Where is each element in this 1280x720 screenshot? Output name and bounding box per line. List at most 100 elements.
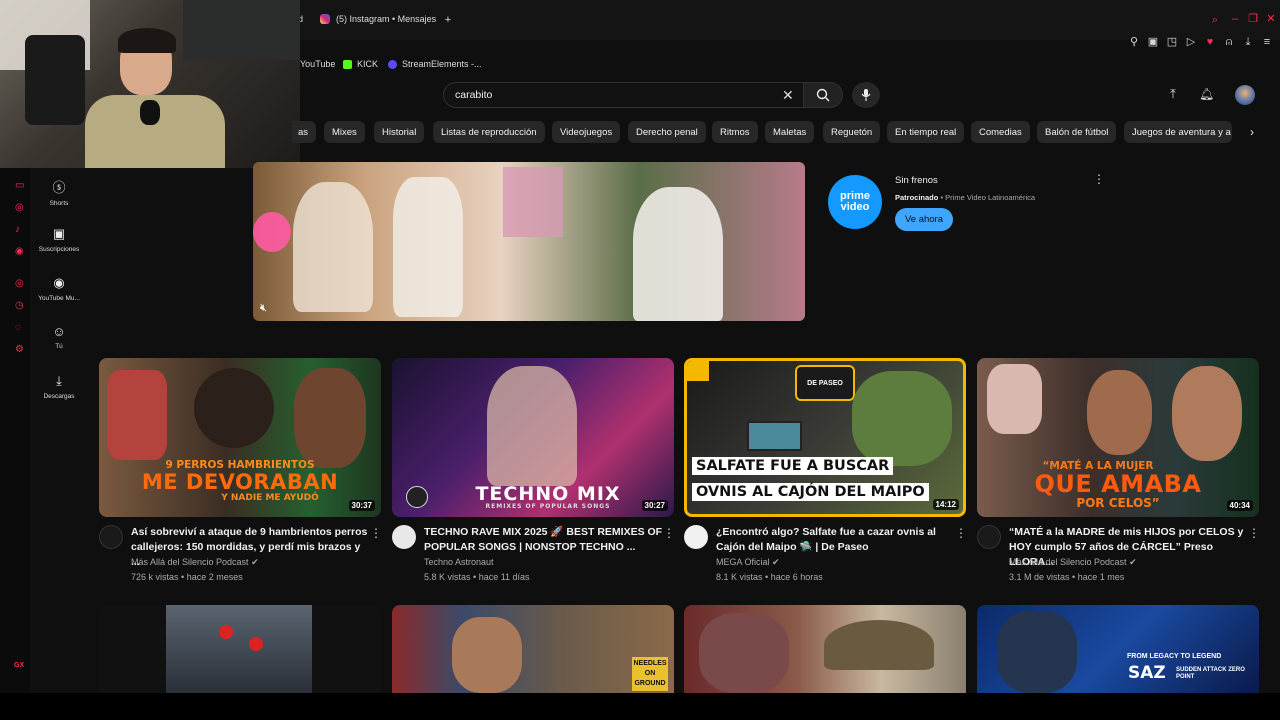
ad-figure-3 xyxy=(503,167,563,237)
video-thumbnail-3[interactable]: DE PASEO SALFATE FUE A BUSCAR OVNIS AL C… xyxy=(684,358,966,517)
video-thumbnail-1[interactable]: 9 PERROS HAMBRIENTOS ME DEVORABAN Y NADI… xyxy=(99,358,381,517)
channel-name[interactable]: Más Allá del Silencio Podcast ✔ xyxy=(1009,557,1137,568)
history-icon[interactable]: ◷ xyxy=(15,300,24,311)
chip-en-tiempo-real[interactable]: En tiempo real xyxy=(887,121,965,143)
voice-search-button[interactable] xyxy=(852,82,880,108)
thumb3-line1: SALFATE FUE A BUSCAR xyxy=(692,457,894,475)
new-tab-button[interactable]: + xyxy=(442,14,454,26)
sidebar-item-downloads[interactable]: ⤓ Descargas xyxy=(30,373,88,400)
tab-instagram[interactable]: (5) Instagram • Mensajes xyxy=(320,14,436,24)
sidebar-item-subscriptions[interactable]: ▣ Suscripciones xyxy=(30,226,88,253)
chip-listas[interactable]: Listas de reproducción xyxy=(433,121,545,143)
thumb3-person xyxy=(852,371,952,466)
chip-regueton[interactable]: Reguetón xyxy=(823,121,881,143)
settings-icon[interactable]: ⚙ xyxy=(15,344,24,355)
webcam-hair xyxy=(118,28,176,53)
sidebar-item-you[interactable]: ☺ Tú xyxy=(30,324,88,350)
thumb1-person xyxy=(107,370,167,460)
chip-maletas[interactable]: Maletas xyxy=(765,121,815,143)
extension-icon[interactable]: ▣ xyxy=(1147,36,1159,48)
sidebar-item-shorts[interactable]: ⓢ Shorts xyxy=(30,177,88,207)
ad-title[interactable]: Sin frenos xyxy=(895,175,938,186)
video-thumbnail-8[interactable]: FROM LEGACY TO LEGEND SAZ SUDDEN ATTACK … xyxy=(977,605,1259,693)
search-tabs-icon[interactable]: ⌕ xyxy=(1209,14,1221,26)
tiktok-icon[interactable]: ♪ xyxy=(15,224,20,235)
channel-avatar[interactable] xyxy=(684,525,708,549)
channel-name[interactable]: Más Allá del Silencio Podcast ✔ xyxy=(131,557,259,568)
heart-icon[interactable]: ♥ xyxy=(1204,36,1216,48)
twitch-icon[interactable]: ▭ xyxy=(15,180,24,191)
shorts-icon: ⓢ xyxy=(52,180,66,195)
channel-name[interactable]: MEGA Oficial ✔ xyxy=(716,557,780,568)
ad-sponsored: Patrocinado xyxy=(895,193,939,202)
account-icon[interactable]: ⍝ xyxy=(1223,36,1235,48)
downloads-icon[interactable]: ⤓ xyxy=(1242,36,1254,48)
channel-avatar[interactable] xyxy=(977,525,1001,549)
ad-sponsor-line: Patrocinado • Prime Video Latinoamérica xyxy=(895,193,1035,202)
avatar[interactable] xyxy=(1235,85,1255,105)
webcam-overlay xyxy=(0,0,300,168)
bookmark-youtube[interactable]: YouTube xyxy=(300,59,335,69)
video-thumbnail-4[interactable]: “MATÉ A LA MUJER QUE AMABA POR CELOS” 40… xyxy=(977,358,1259,517)
ad-advertiser: Prime Video Latinoamérica xyxy=(945,193,1036,202)
toolbar-icons: ⚲ ▣ ◳ ▷ ♥ ⍝ ⤓ ≡ xyxy=(1128,36,1273,48)
chip-juegos-aventura[interactable]: Juegos de aventura y a xyxy=(1124,121,1232,143)
bookmark-streamelements[interactable]: StreamElements -... xyxy=(388,59,482,69)
thumb2-sub-text: REMIXES OF POPULAR SONGS xyxy=(485,503,611,510)
prime-video-logo[interactable]: prime video xyxy=(828,175,882,229)
chip-mixes[interactable]: Mixes xyxy=(324,121,365,143)
video-more-icon[interactable]: ⋮ xyxy=(955,526,967,540)
chip-balon[interactable]: Balón de fútbol xyxy=(1037,121,1117,143)
chip-0[interactable]: as xyxy=(292,121,317,143)
thumb7-hat xyxy=(824,620,934,670)
channel-name[interactable]: Techno Astronaut xyxy=(424,557,494,567)
chips-next-icon[interactable]: › xyxy=(1250,125,1254,139)
pin-icon[interactable]: ⚲ xyxy=(1128,36,1140,48)
maximize-button[interactable]: ❐ xyxy=(1247,13,1259,25)
gx-control-icon[interactable]: ◎ xyxy=(15,278,24,289)
video-more-icon[interactable]: ⋮ xyxy=(663,526,675,540)
you-icon: ☺ xyxy=(52,324,66,339)
close-window-button[interactable]: ✕ xyxy=(1265,13,1277,25)
video-thumbnail-6[interactable]: NEEDLES ON GROUND xyxy=(392,605,674,693)
minimize-button[interactable]: – xyxy=(1229,13,1241,25)
bookmark-kick[interactable]: KICK xyxy=(343,59,378,69)
discord-icon[interactable]: ◉ xyxy=(15,246,24,257)
video-more-icon[interactable]: ⋮ xyxy=(1248,526,1260,540)
search-input[interactable]: carabito xyxy=(455,89,492,101)
video-thumbnail-2[interactable]: TECHNO MIX REMIXES OF POPULAR SONGS 30:2… xyxy=(392,358,674,517)
thumb4-big-text: QUE AMABA xyxy=(1034,470,1202,498)
whatsapp-icon[interactable]: ◌ xyxy=(15,322,21,333)
channel-avatar[interactable] xyxy=(392,525,416,549)
ad-flowers xyxy=(253,212,291,252)
chip-historial[interactable]: Historial xyxy=(374,121,425,143)
clear-search-icon[interactable]: ✕ xyxy=(782,87,794,104)
channel-avatar[interactable] xyxy=(99,525,123,549)
ad-cta-button[interactable]: Ve ahora xyxy=(895,208,953,231)
ad-more-icon[interactable]: ⋮ xyxy=(1093,172,1105,186)
chip-ritmos[interactable]: Ritmos xyxy=(712,121,758,143)
thumb2-dancer xyxy=(487,366,577,486)
thumb3-line2: OVNIS AL CAJÓN DEL MAIPO xyxy=(692,483,929,501)
player-icon[interactable]: ▷ xyxy=(1185,36,1197,48)
video-thumbnail-7[interactable] xyxy=(684,605,966,693)
chip-comedias[interactable]: Comedias xyxy=(971,121,1030,143)
notifications-icon[interactable]: 🔔︎ xyxy=(1199,88,1214,100)
snapshot-icon[interactable]: ◳ xyxy=(1166,36,1178,48)
ad-video-player[interactable]: 🔇︎ xyxy=(253,162,805,321)
sidebar-item-youtube-music[interactable]: ◉ YouTube Mu... xyxy=(30,275,88,302)
instagram-sidebar-icon[interactable]: ◎ xyxy=(15,202,24,213)
upload-icon[interactable]: ⤒ xyxy=(1167,87,1179,100)
chip-videojuegos[interactable]: Videojuegos xyxy=(552,121,621,143)
kick-icon xyxy=(343,59,352,69)
video-title-3[interactable]: ¿Encontró algo? Salfate fue a cazar ovni… xyxy=(716,525,956,555)
video-title-2[interactable]: TECHNO RAVE MIX 2025 🚀 BEST REMIXES OF P… xyxy=(424,525,664,555)
mute-icon[interactable]: 🔇︎ xyxy=(260,302,267,315)
chip-derecho-penal[interactable]: Derecho penal xyxy=(628,121,706,143)
mega-logo-badge xyxy=(687,361,709,381)
video-more-icon[interactable]: ⋮ xyxy=(370,526,382,540)
menu-icon[interactable]: ≡ xyxy=(1261,36,1273,48)
search-box[interactable]: carabito ✕ xyxy=(443,82,809,108)
search-button[interactable] xyxy=(803,82,843,108)
video-thumbnail-5[interactable] xyxy=(99,605,381,693)
